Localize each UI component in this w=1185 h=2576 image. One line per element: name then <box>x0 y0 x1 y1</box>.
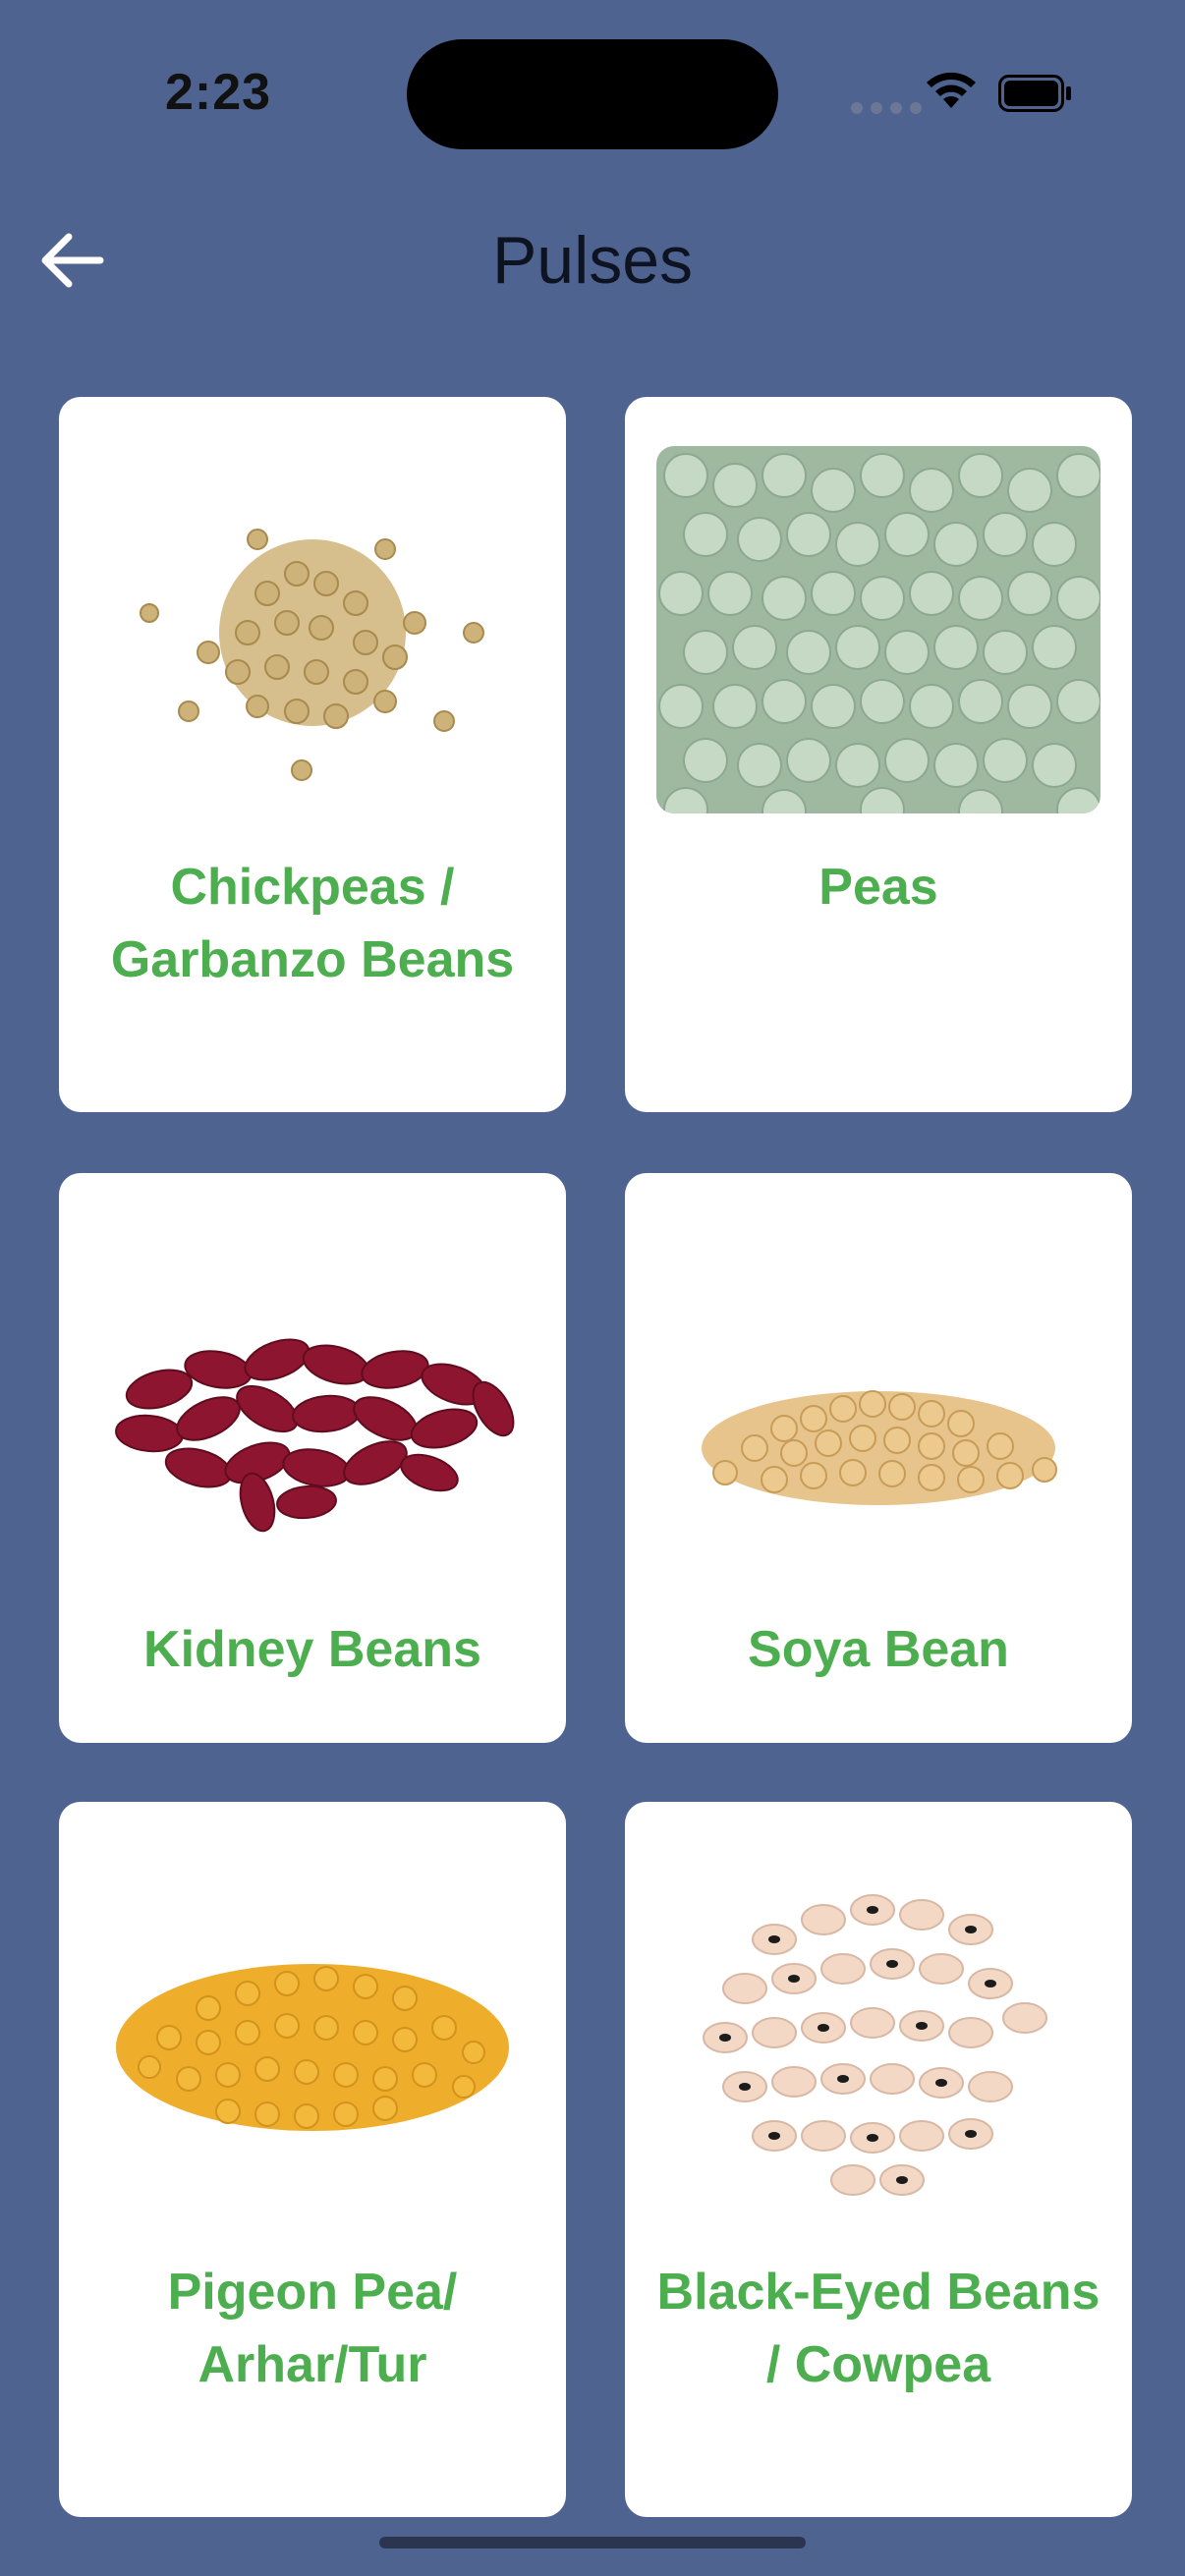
black-eyed-beans-image <box>656 1851 1100 2218</box>
pulse-label: Kidney Beans <box>143 1621 481 1678</box>
pulse-card-black-eyed-beans[interactable]: Black-Eyed Beans / Cowpea <box>625 1802 1132 2517</box>
app-header: Pulses <box>0 196 1185 324</box>
pulse-label: Chickpeas / Garbanzo Beans <box>110 859 515 988</box>
status-bar: 2:23 <box>0 0 1185 187</box>
home-indicator <box>379 2537 806 2548</box>
dynamic-island <box>407 39 778 149</box>
pulse-label: Soya Bean <box>748 1621 1009 1678</box>
pulse-card-peas[interactable]: Peas <box>625 397 1132 1112</box>
pulse-label: Pigeon Pea/ Arhar/Tur <box>167 2264 458 2393</box>
status-time: 2:23 <box>165 64 272 121</box>
pulse-label: Black-Eyed Beans / Cowpea <box>656 2264 1100 2393</box>
page-title: Pulses <box>491 223 694 298</box>
peas-image <box>656 446 1100 813</box>
pulse-card-kidney-beans[interactable]: Kidney Beans <box>59 1173 566 1743</box>
pigeon-pea-image <box>90 1851 535 2218</box>
pulse-card-pigeon-pea[interactable]: Pigeon Pea/ Arhar/Tur <box>59 1802 566 2517</box>
pulse-card-soya-bean[interactable]: Soya Bean <box>625 1173 1132 1743</box>
kidney-beans-image <box>90 1252 535 1566</box>
soya-bean-image <box>656 1252 1100 1566</box>
cellular-signal-icon <box>851 102 922 114</box>
battery-icon <box>998 75 1071 112</box>
pulse-label: Peas <box>818 859 938 916</box>
pulse-card-chickpeas[interactable]: Chickpeas / Garbanzo Beans <box>59 397 566 1112</box>
chickpeas-image <box>90 446 535 813</box>
wifi-icon <box>927 72 976 108</box>
